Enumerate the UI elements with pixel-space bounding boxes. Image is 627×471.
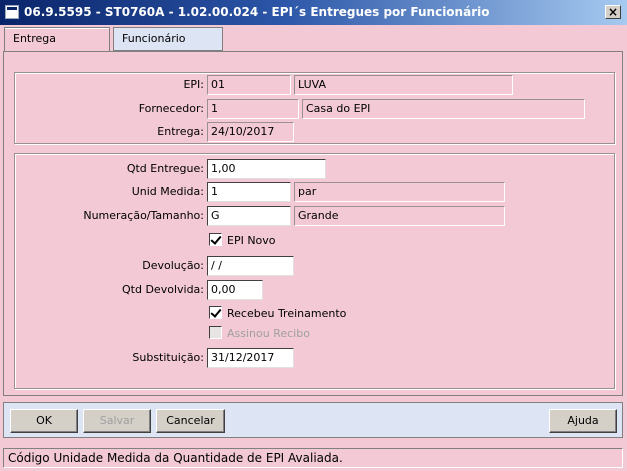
title-bar: 06.9.5595 - ST0760A - 1.02.00.024 - EPI´… xyxy=(0,0,627,25)
fornecedor-code-field[interactable]: 1 xyxy=(207,99,299,119)
numeracao-tamanho-input[interactable]: G xyxy=(207,206,291,226)
tab-entrega[interactable]: Entrega xyxy=(4,27,110,52)
epi-info-group: EPI: 01 LUVA Fornecedor: 1 Casa do EPI E… xyxy=(14,72,615,144)
numeracao-tamanho-label: Numeração/Tamanho: xyxy=(83,209,204,222)
entrega-label: Entrega: xyxy=(157,125,204,138)
ok-button[interactable]: OK xyxy=(10,409,78,433)
button-bar: OK Salvar Cancelar Ajuda xyxy=(3,402,623,438)
qtd-entregue-input[interactable]: 1,00 xyxy=(207,159,326,179)
qtd-entregue-label: Qtd Entregue: xyxy=(126,162,204,175)
close-button[interactable]: × xyxy=(605,5,621,19)
epi-novo-label: EPI Novo xyxy=(227,234,276,247)
entrega-date-field[interactable]: 24/10/2017 xyxy=(207,122,294,142)
window-title: 06.9.5595 - ST0760A - 1.02.00.024 - EPI´… xyxy=(24,5,490,19)
entrega-details-group: Qtd Entregue: 1,00 Unid Medida: 1 par Nu… xyxy=(14,153,615,389)
fornecedor-label: Fornecedor: xyxy=(138,102,204,115)
qtd-devolvida-input[interactable]: 0,00 xyxy=(207,280,263,300)
epi-label: EPI: xyxy=(183,78,204,91)
epi-description-field[interactable]: LUVA xyxy=(294,75,513,95)
assinou-recibo-checkbox: Assinou Recibo xyxy=(209,326,310,342)
qtd-devolvida-label: Qtd Devolvida: xyxy=(122,283,204,296)
numeracao-tamanho-description-field[interactable]: Grande xyxy=(294,206,505,226)
status-bar: Código Unidade Medida da Quantidade de E… xyxy=(3,448,623,468)
devolucao-date-input[interactable]: / / xyxy=(207,256,294,276)
checkbox-checked-icon[interactable] xyxy=(209,233,222,246)
tab-funcionario[interactable]: Funcionário xyxy=(113,27,223,51)
epi-novo-checkbox[interactable]: EPI Novo xyxy=(209,233,276,249)
fornecedor-description-field[interactable]: Casa do EPI xyxy=(302,99,585,119)
app-window-icon xyxy=(5,5,19,19)
unid-medida-input[interactable]: 1 xyxy=(207,182,291,202)
cancelar-button[interactable]: Cancelar xyxy=(156,409,225,433)
salvar-button: Salvar xyxy=(83,409,151,433)
recebeu-treinamento-checkbox[interactable]: Recebeu Treinamento xyxy=(209,306,346,322)
checkbox-unchecked-icon xyxy=(209,326,222,339)
epi-code-field[interactable]: 01 xyxy=(207,75,291,95)
substituicao-date-input[interactable]: 31/12/2017 xyxy=(207,348,294,368)
recebeu-treinamento-label: Recebeu Treinamento xyxy=(227,307,347,320)
assinou-recibo-label: Assinou Recibo xyxy=(227,327,310,340)
unid-medida-label: Unid Medida: xyxy=(131,185,204,198)
tab-panel: EPI: 01 LUVA Fornecedor: 1 Casa do EPI E… xyxy=(3,51,623,396)
substituicao-label: Substituição: xyxy=(132,351,204,364)
devolucao-label: Devolução: xyxy=(142,259,204,272)
ajuda-button[interactable]: Ajuda xyxy=(549,409,617,433)
unid-medida-description-field[interactable]: par xyxy=(294,182,505,202)
checkbox-checked-icon[interactable] xyxy=(209,306,222,319)
